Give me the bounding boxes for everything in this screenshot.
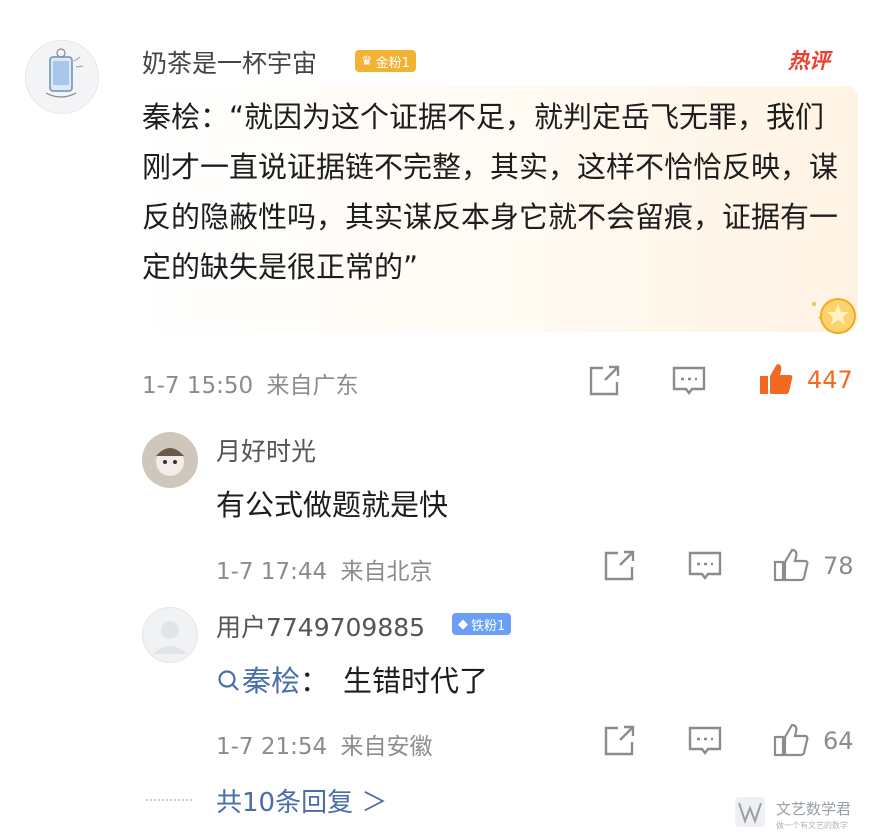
avatar[interactable] bbox=[25, 40, 99, 114]
username[interactable]: 奶茶是一杯宇宙 bbox=[142, 44, 317, 80]
reply-time: 1-7 21:54 bbox=[216, 734, 328, 760]
reply-username[interactable]: 月好时光 bbox=[216, 432, 316, 468]
fan-badge: ◆ 铁粉1 bbox=[452, 613, 512, 635]
watermark-subtitle: 做一个有文艺的数学 bbox=[776, 821, 848, 830]
reply-text: 有公式做题就是快 bbox=[216, 488, 449, 522]
like-count: 447 bbox=[807, 366, 853, 394]
reply-time: 1-7 17:44 bbox=[216, 559, 328, 585]
comment-icon[interactable] bbox=[686, 722, 724, 760]
diamond-icon: ◆ bbox=[458, 616, 468, 632]
watermark-logo-icon bbox=[734, 796, 766, 828]
like-count: 64 bbox=[823, 727, 854, 755]
fan-badge-label: 金粉1 bbox=[375, 55, 410, 71]
comment-icon[interactable] bbox=[670, 362, 708, 400]
watermark-title: 文艺数学君 bbox=[776, 800, 852, 818]
fan-badge-label: 铁粉1 bbox=[471, 618, 506, 634]
avatar[interactable] bbox=[142, 607, 198, 663]
reply-location: 来自北京 bbox=[340, 559, 433, 585]
mention-text: 秦桧 bbox=[242, 664, 301, 698]
like-count: 78 bbox=[823, 552, 854, 580]
hot-comment-tag: 热评 bbox=[788, 49, 830, 73]
search-icon bbox=[218, 670, 239, 691]
like-icon[interactable] bbox=[757, 360, 795, 398]
share-icon[interactable] bbox=[585, 362, 623, 400]
more-replies-link[interactable]: 共10条回复 ＞ bbox=[216, 782, 387, 819]
mention-link[interactable]: 秦桧 bbox=[216, 664, 300, 698]
avatar[interactable] bbox=[142, 432, 198, 488]
avatar-illustration-icon bbox=[142, 432, 198, 488]
comment-text: 秦桧：“就因为这个证据不足，就判定岳飞无罪，我们刚才一直说证据链不完整，其实，这… bbox=[142, 100, 839, 284]
fan-badge: ♛ 金粉1 bbox=[355, 50, 416, 72]
share-icon[interactable] bbox=[600, 547, 638, 585]
like-icon[interactable] bbox=[772, 721, 810, 759]
comment-time: 1-7 15:50 bbox=[142, 373, 254, 399]
share-icon[interactable] bbox=[600, 722, 638, 760]
reply-username[interactable]: 用户7749709885 bbox=[216, 608, 425, 644]
reply-text-line: 秦桧： 生错时代了 bbox=[216, 658, 488, 700]
mention-colon: ： bbox=[300, 664, 330, 698]
like-icon[interactable] bbox=[772, 546, 810, 584]
reply-location: 来自安徽 bbox=[340, 734, 433, 760]
avatar-illustration-icon bbox=[45, 48, 84, 98]
default-avatar-icon bbox=[153, 621, 187, 654]
divider bbox=[146, 799, 192, 801]
crown-icon: ♛ bbox=[361, 53, 373, 69]
comment-location: 来自广东 bbox=[266, 373, 359, 399]
reply-text: 生错时代了 bbox=[343, 664, 489, 698]
comment-icon[interactable] bbox=[686, 547, 724, 585]
star-medal-icon bbox=[808, 292, 858, 336]
